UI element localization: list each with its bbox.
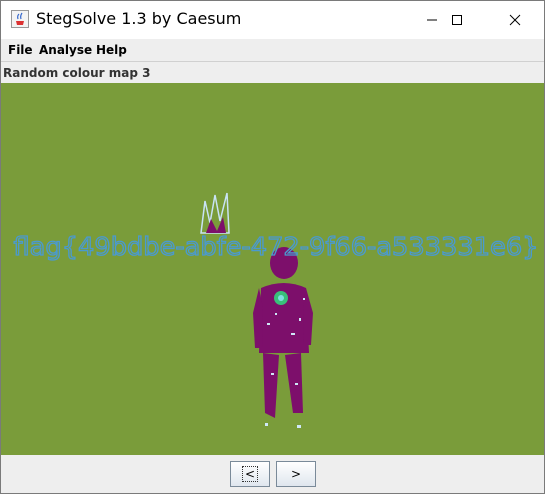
- title-bar[interactable]: StegSolve 1.3 by Caesum: [1, 1, 544, 39]
- image-view: flag{49bdbe-abfe-472-9f66-a533331e6}: [1, 83, 544, 455]
- menu-help[interactable]: Help: [96, 43, 127, 57]
- stego-image: flag{49bdbe-abfe-472-9f66-a533331e6}: [1, 83, 544, 455]
- close-button[interactable]: [492, 1, 538, 39]
- next-button-label: >: [290, 467, 302, 481]
- menu-bar: File Analyse Help: [1, 39, 544, 61]
- panel-label: Random colour map 3: [3, 66, 151, 80]
- menu-file[interactable]: File: [8, 43, 33, 57]
- figure-emblem-center: [278, 295, 284, 301]
- menu-analyse[interactable]: Analyse: [39, 43, 92, 57]
- java-cup-icon: [11, 10, 29, 28]
- window-title: StegSolve 1.3 by Caesum: [36, 9, 242, 28]
- maximize-button[interactable]: [434, 1, 480, 39]
- flag-text: flag{49bdbe-abfe-472-9f66-a533331e6}: [14, 232, 539, 261]
- previous-button[interactable]: <: [230, 461, 270, 487]
- menu-separator: [1, 61, 544, 62]
- close-icon: [509, 14, 521, 26]
- maximize-icon: [452, 15, 462, 25]
- next-button[interactable]: >: [276, 461, 316, 487]
- previous-button-label: <: [241, 466, 259, 482]
- navigation-bar: < >: [1, 455, 544, 493]
- app-window: StegSolve 1.3 by Caesum File Analyse Hel…: [0, 0, 545, 494]
